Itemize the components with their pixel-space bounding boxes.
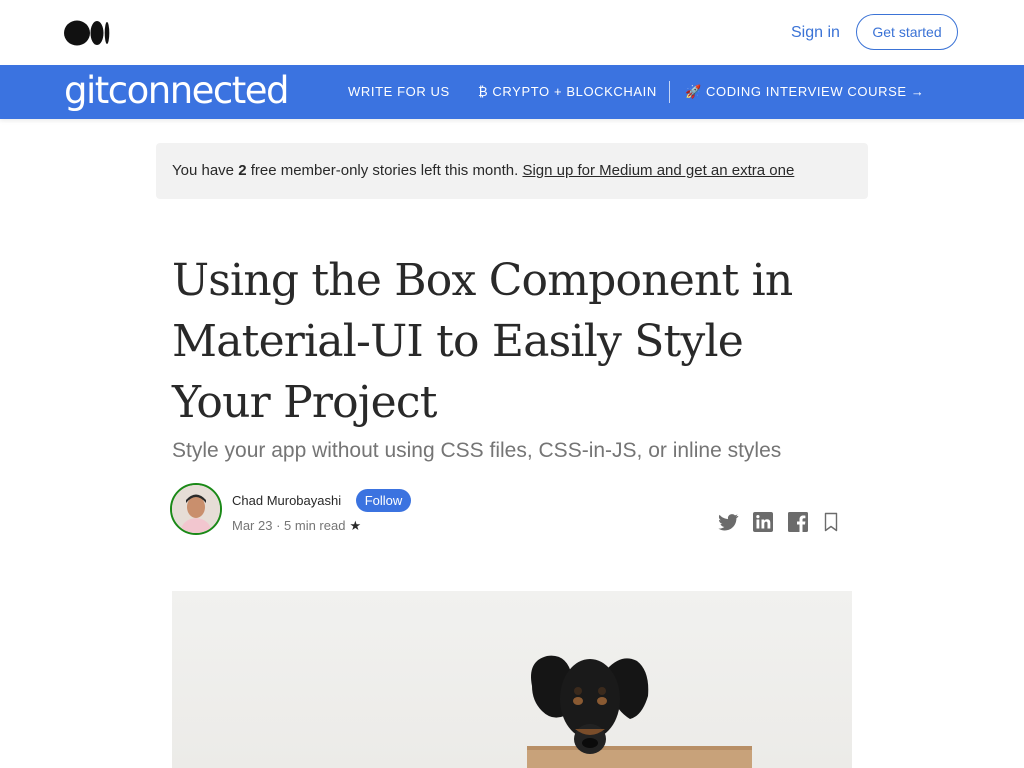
get-started-button[interactable]: Get started xyxy=(856,14,958,50)
publish-date: Mar 23 xyxy=(232,518,273,533)
publication-nav-bar: gitconnected WRITE FOR US ₿ CRYPTO + BLO… xyxy=(0,65,1024,119)
author-avatar[interactable] xyxy=(170,483,222,535)
sign-up-link[interactable]: Sign up for Medium and get an extra one xyxy=(522,162,794,179)
member-stories-banner: You have 2 free member-only stories left… xyxy=(156,143,868,199)
nav-crypto-blockchain[interactable]: ₿ CRYPTO + BLOCKCHAIN xyxy=(478,84,657,99)
banner-count: 2 xyxy=(238,162,247,179)
banner-suffix: free member-only stories left this month… xyxy=(246,162,523,179)
meta-separator: · xyxy=(272,518,285,533)
bookmark-icon[interactable] xyxy=(819,510,843,534)
follow-button[interactable]: Follow xyxy=(356,489,411,512)
medium-logo-icon[interactable] xyxy=(64,20,110,46)
publication-logo[interactable]: gitconnected xyxy=(64,69,290,112)
top-bar: Sign in Get started xyxy=(0,0,1024,65)
hero-image xyxy=(172,591,852,768)
sign-in-link[interactable]: Sign in xyxy=(791,24,840,42)
article-meta: Mar 23 · 5 min read ★ xyxy=(232,518,361,534)
nav-write-for-us[interactable]: WRITE FOR US xyxy=(348,84,450,99)
article-subtitle: Style your app without using CSS files, … xyxy=(172,439,782,462)
facebook-icon[interactable] xyxy=(786,510,810,534)
banner-text: You have 2 free member-only stories left… xyxy=(172,162,794,179)
read-time: 5 min read xyxy=(284,518,346,533)
dog-in-box-illustration xyxy=(527,655,752,768)
twitter-icon[interactable] xyxy=(716,510,740,534)
member-only-star-icon: ★ xyxy=(349,518,362,533)
article-title: Using the Box Component in Material-UI t… xyxy=(172,255,793,428)
nav-coding-interview-course[interactable]: 🚀 CODING INTERVIEW COURSE → xyxy=(685,84,924,100)
author-name[interactable]: Chad Murobayashi xyxy=(232,493,341,508)
nav-divider xyxy=(669,81,670,103)
linkedin-icon[interactable] xyxy=(751,510,775,534)
banner-prefix: You have xyxy=(172,162,239,179)
author-photo xyxy=(172,485,220,533)
